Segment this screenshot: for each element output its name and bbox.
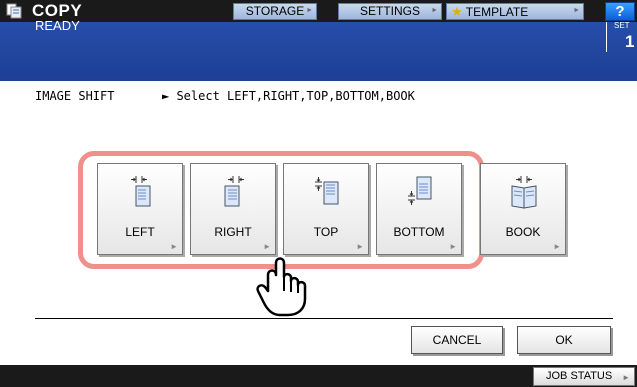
chevron-right-icon: ►	[553, 242, 561, 251]
template-button[interactable]: ★ TEMPLATE ►	[446, 3, 584, 20]
hand-pointer-icon	[256, 257, 307, 317]
chevron-right-icon: ►	[431, 7, 438, 14]
shift-bottom-button[interactable]: BOTTOM ►	[376, 163, 462, 255]
shift-left-icon	[131, 176, 151, 207]
chevron-right-icon: ►	[263, 242, 271, 251]
help-button[interactable]: ?	[605, 2, 635, 21]
function-label: IMAGE SHIFT	[35, 89, 115, 103]
ok-button[interactable]: OK	[517, 326, 611, 354]
template-button-label: TEMPLATE	[465, 5, 529, 19]
set-label: SET	[614, 21, 630, 30]
shift-top-icon	[315, 177, 339, 205]
chevron-right-icon: ►	[622, 373, 630, 382]
job-status-label: JOB STATUS	[546, 370, 613, 382]
book-label: BOOK	[505, 225, 541, 239]
book-button[interactable]: BOOK ►	[480, 163, 566, 255]
shift-right-label: RIGHT	[214, 225, 252, 239]
storage-button[interactable]: STORAGE ►	[233, 3, 317, 20]
chevron-right-icon: ►	[573, 7, 580, 14]
shift-top-button[interactable]: TOP ►	[283, 163, 369, 255]
chevron-right-icon: ►	[306, 7, 313, 14]
chevron-right-icon: ►	[449, 242, 457, 251]
shift-bottom-icon	[408, 176, 432, 205]
settings-button[interactable]: SETTINGS ►	[338, 3, 442, 20]
storage-button-label: STORAGE	[245, 4, 305, 18]
chevron-right-icon: ►	[356, 242, 364, 251]
job-status-button[interactable]: JOB STATUS ►	[533, 367, 635, 386]
divider-line	[35, 318, 613, 319]
settings-button-label: SETTINGS	[359, 4, 420, 18]
shift-top-label: TOP	[313, 225, 339, 239]
star-icon: ★	[451, 4, 463, 19]
shift-bottom-label: BOTTOM	[393, 225, 445, 239]
instruction-text: ► Select LEFT,RIGHT,TOP,BOTTOM,BOOK	[162, 89, 415, 103]
shift-left-label: LEFT	[125, 225, 155, 239]
copy-app-icon	[6, 3, 22, 19]
set-divider	[606, 22, 607, 52]
status-text: READY	[35, 18, 80, 33]
shift-right-icon	[224, 176, 244, 207]
cancel-button[interactable]: CANCEL	[411, 326, 503, 354]
set-count: 1	[625, 32, 635, 51]
book-icon	[511, 176, 537, 209]
shift-right-button[interactable]: RIGHT ►	[190, 163, 276, 255]
chevron-right-icon: ►	[170, 242, 178, 251]
status-band	[0, 22, 637, 81]
shift-left-button[interactable]: LEFT ►	[97, 163, 183, 255]
